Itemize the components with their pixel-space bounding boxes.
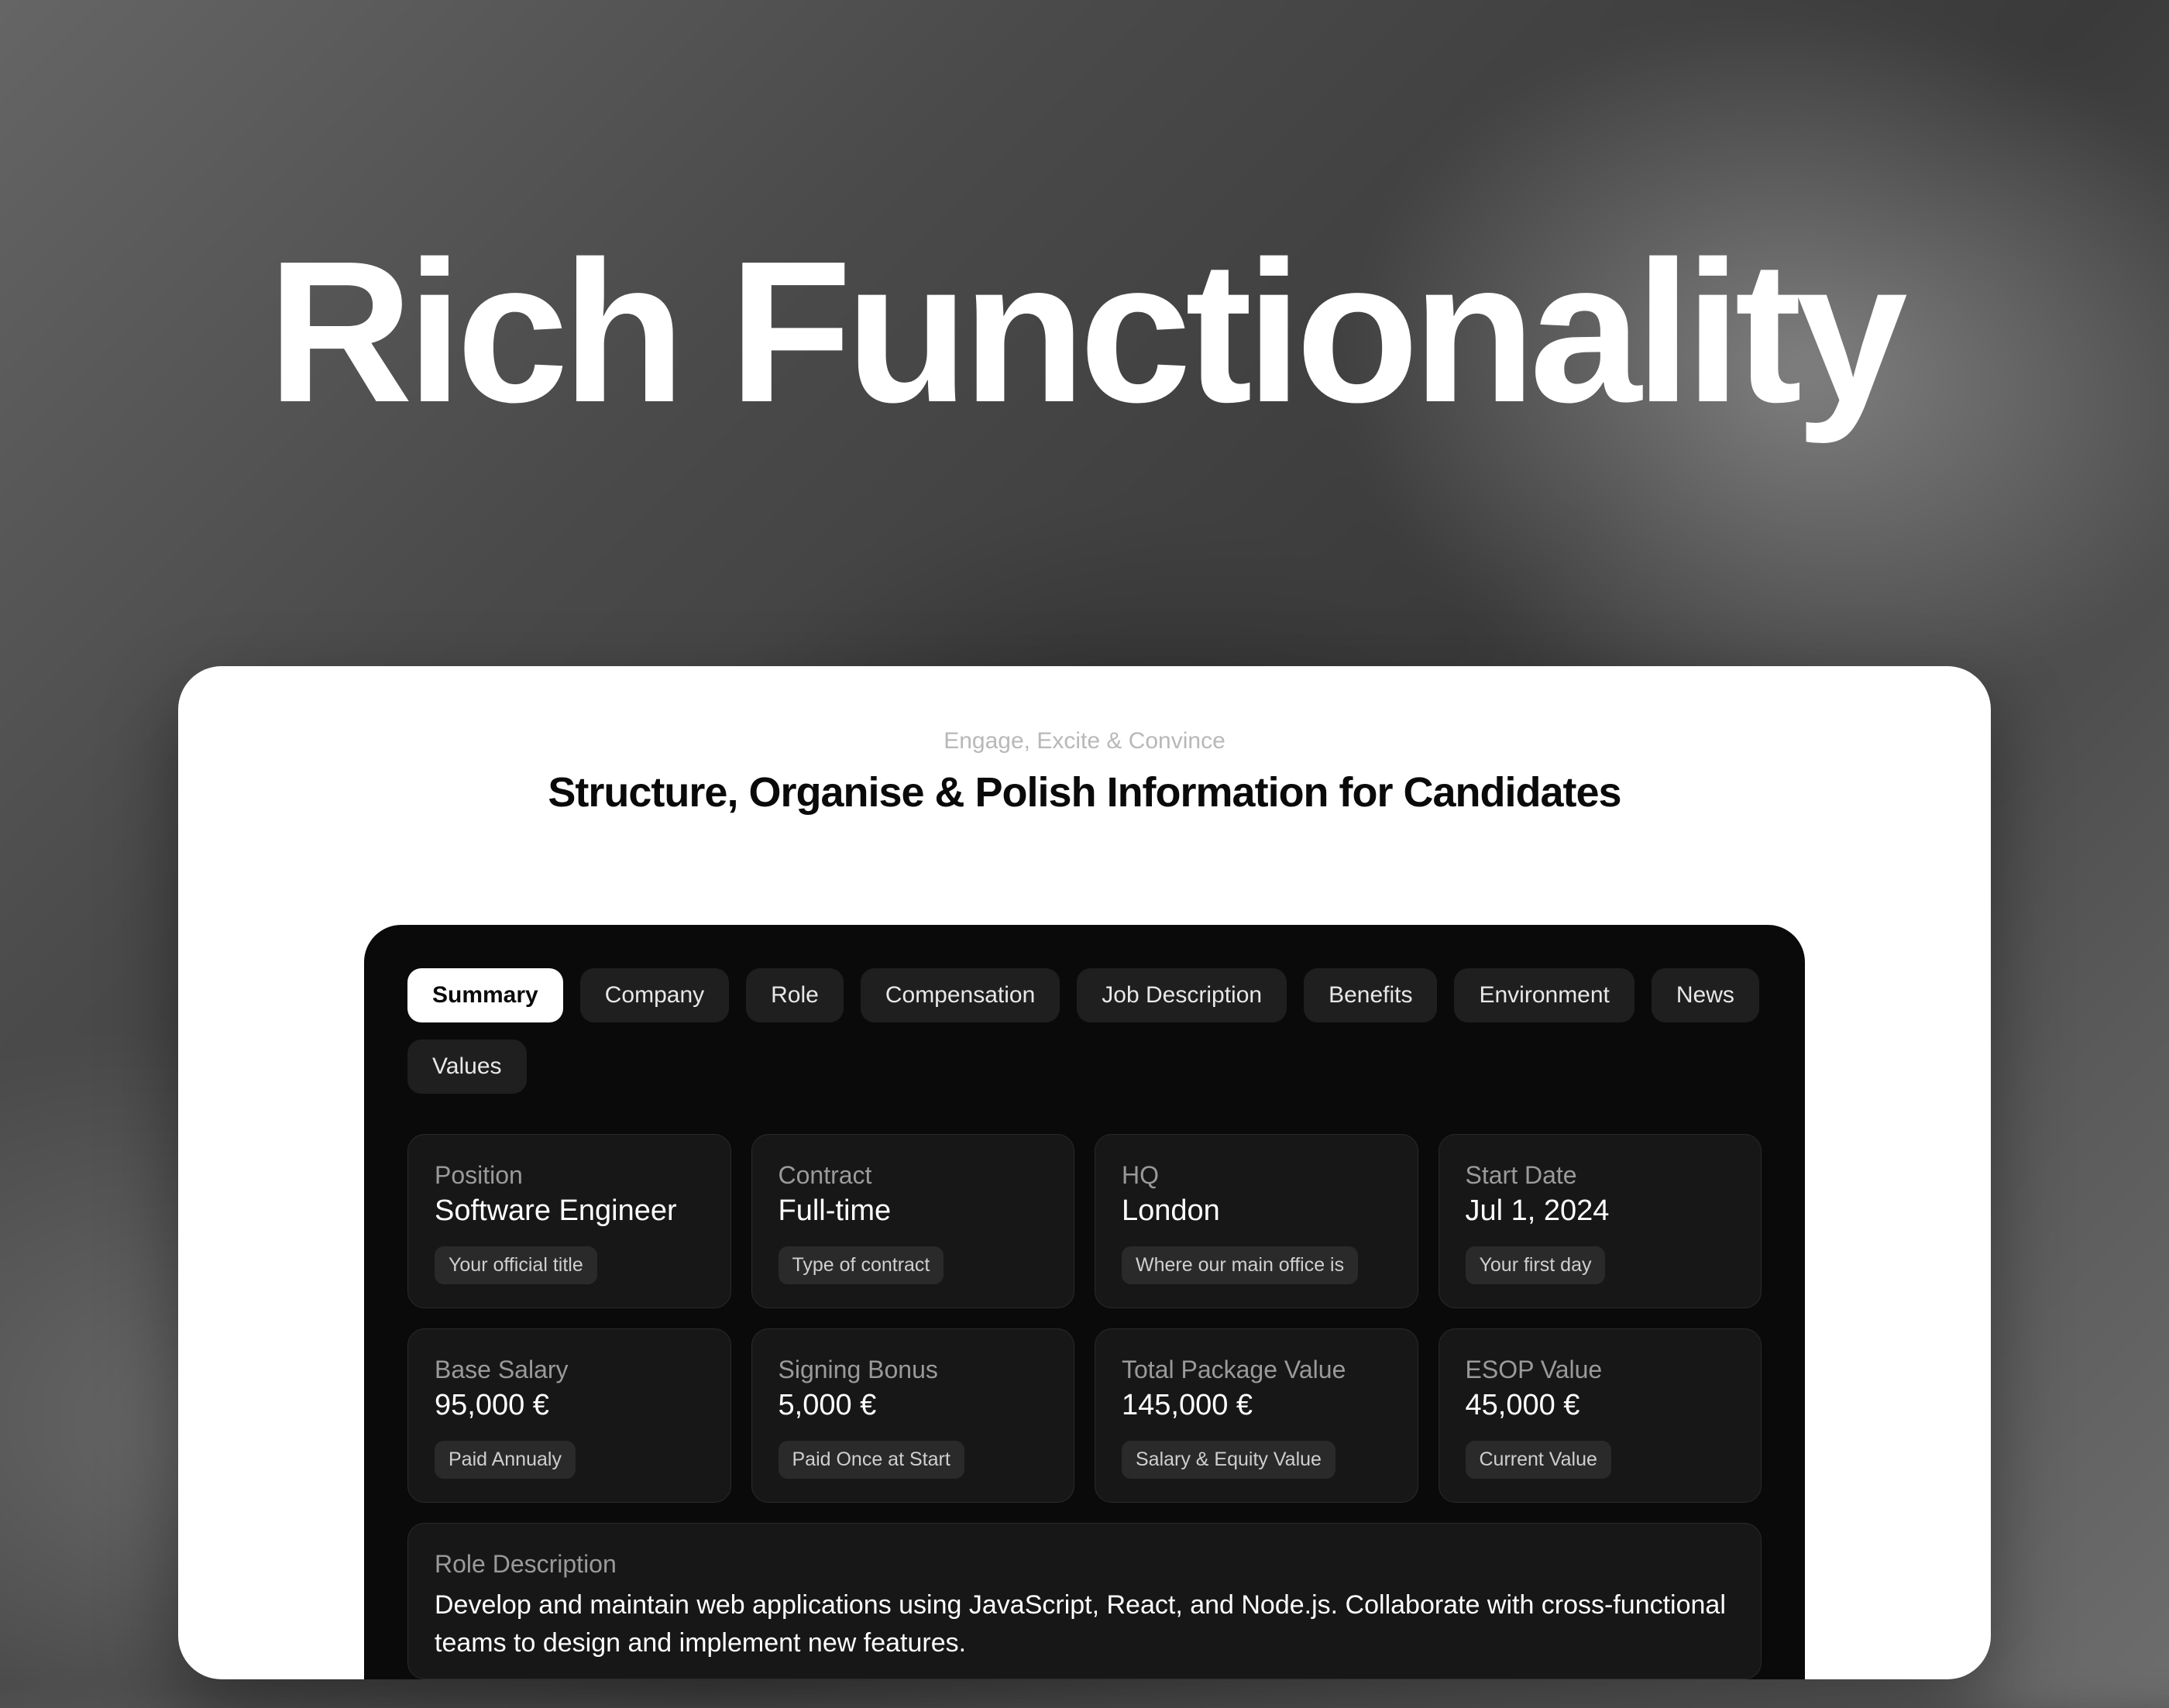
content-card: Engage, Excite & Convince Structure, Org…: [178, 666, 1991, 1679]
description-label: Role Description: [435, 1550, 1734, 1579]
tile-value: Full-time: [779, 1194, 1048, 1228]
tile-tag: Your official title: [435, 1246, 597, 1284]
tabs-row: Summary Company Role Compensation Job De…: [407, 968, 1762, 1094]
tile-tag: Paid Annualy: [435, 1441, 576, 1479]
tiles-row-2: Base Salary 95,000 € Paid Annualy Signin…: [407, 1328, 1762, 1503]
tile-hq: HQ London Where our main office is: [1095, 1134, 1418, 1308]
tile-label: Contract: [779, 1161, 1048, 1190]
tile-value: 145,000 €: [1122, 1389, 1391, 1422]
tile-base-salary: Base Salary 95,000 € Paid Annualy: [407, 1328, 731, 1503]
tile-label: Total Package Value: [1122, 1356, 1391, 1384]
tile-value: Software Engineer: [435, 1194, 704, 1228]
description-text: Develop and maintain web applications us…: [435, 1586, 1734, 1663]
tile-tag: Type of contract: [779, 1246, 944, 1284]
tile-tag: Current Value: [1466, 1441, 1611, 1479]
tile-label: Position: [435, 1161, 704, 1190]
tile-esop-value: ESOP Value 45,000 € Current Value: [1439, 1328, 1762, 1503]
hero-title: Rich Functionality: [267, 217, 1901, 448]
tile-value: 95,000 €: [435, 1389, 704, 1422]
tab-job-description[interactable]: Job Description: [1077, 968, 1287, 1022]
tab-benefits[interactable]: Benefits: [1304, 968, 1437, 1022]
tile-tag: Where our main office is: [1122, 1246, 1358, 1284]
tile-contract: Contract Full-time Type of contract: [751, 1134, 1075, 1308]
card-heading: Structure, Organise & Polish Information…: [240, 768, 1929, 816]
tiles-row-1: Position Software Engineer Your official…: [407, 1134, 1762, 1308]
tab-news[interactable]: News: [1652, 968, 1759, 1022]
card-eyebrow: Engage, Excite & Convince: [240, 728, 1929, 754]
tile-label: Signing Bonus: [779, 1356, 1048, 1384]
tab-values[interactable]: Values: [407, 1040, 527, 1094]
tile-signing-bonus: Signing Bonus 5,000 € Paid Once at Start: [751, 1328, 1075, 1503]
tile-tag: Paid Once at Start: [779, 1441, 964, 1479]
tile-value: 5,000 €: [779, 1389, 1048, 1422]
tab-role[interactable]: Role: [746, 968, 844, 1022]
tile-label: Start Date: [1466, 1161, 1735, 1190]
tile-value: Jul 1, 2024: [1466, 1194, 1735, 1228]
tile-value: London: [1122, 1194, 1391, 1228]
tile-label: Base Salary: [435, 1356, 704, 1384]
tile-start-date: Start Date Jul 1, 2024 Your first day: [1439, 1134, 1762, 1308]
tile-position: Position Software Engineer Your official…: [407, 1134, 731, 1308]
tile-value: 45,000 €: [1466, 1389, 1735, 1422]
tab-summary[interactable]: Summary: [407, 968, 563, 1022]
tile-tag: Your first day: [1466, 1246, 1606, 1284]
tile-tag: Salary & Equity Value: [1122, 1441, 1335, 1479]
tile-label: ESOP Value: [1466, 1356, 1735, 1384]
tile-total-package: Total Package Value 145,000 € Salary & E…: [1095, 1328, 1418, 1503]
summary-panel: Summary Company Role Compensation Job De…: [364, 925, 1805, 1679]
tile-label: HQ: [1122, 1161, 1391, 1190]
tab-environment[interactable]: Environment: [1454, 968, 1634, 1022]
tile-role-description: Role Description Develop and maintain we…: [407, 1523, 1762, 1679]
tab-compensation[interactable]: Compensation: [861, 968, 1060, 1022]
tab-company[interactable]: Company: [580, 968, 729, 1022]
